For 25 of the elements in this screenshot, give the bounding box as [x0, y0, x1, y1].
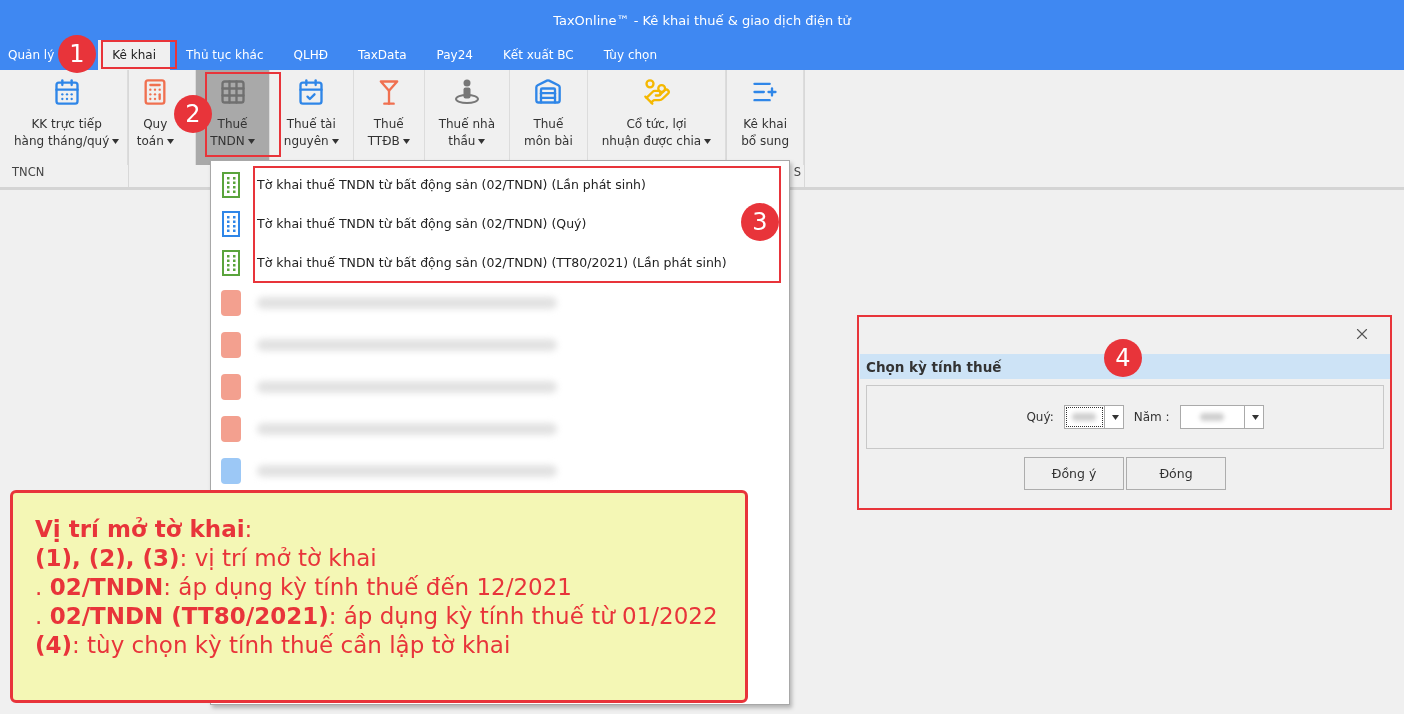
calendar-check-icon: [297, 78, 326, 106]
person-on-platform-icon: [452, 78, 481, 106]
group-label: S: [792, 165, 803, 181]
note-line: . 02/TNDN: áp dụng kỳ tính thuế đến 12/2021: [35, 573, 573, 602]
note-line: (1), (2), (3): vị trí mở tờ khai: [35, 544, 378, 573]
menu-item[interactable]: Tờ khai thuế TNDN từ bất động sản (02/TNDN) (Lần phát sinh): [211, 165, 650, 204]
menu-item[interactable]: Tờ khai thuế TNDN từ bất động sản (02/TNDN) (Quý): [211, 204, 591, 243]
dialog-heading: Chọn kỳ tính thuế: [866, 358, 1002, 375]
quarter-label: Quý:: [1026, 410, 1054, 424]
menu-item[interactable]: Tờ khai thuế TNDN từ bất động sản (02/TNDN) (TT80/2021) (Lần phát sinh): [211, 243, 731, 282]
group-label: TNCN: [11, 165, 46, 181]
window-title: TaxOnline™ - Kê khai thuế & giao dịch điện tử: [553, 12, 851, 28]
note-line: Vị trí mở tờ khai:: [35, 515, 254, 544]
note-line: (4): tùy chọn kỳ tính thuế cần lập tờ khai: [35, 631, 512, 660]
dialog-button[interactable]: Đóng: [1126, 457, 1226, 490]
garage-icon: [534, 78, 563, 106]
dialog-button[interactable]: Đồng ý: [1024, 457, 1124, 490]
caret-icon: [1111, 414, 1119, 420]
calendar-icon: [52, 78, 81, 106]
quarter-select[interactable]: [1063, 405, 1124, 429]
year-label: Năm :: [1133, 410, 1170, 424]
caret-icon: [1251, 414, 1259, 420]
hand-coin-icon: [642, 78, 671, 106]
grid-icon: [218, 78, 247, 106]
note-line: . 02/TNDN (TT80/2021): áp dụng kỳ tính thuế từ 01/2022: [35, 602, 719, 631]
